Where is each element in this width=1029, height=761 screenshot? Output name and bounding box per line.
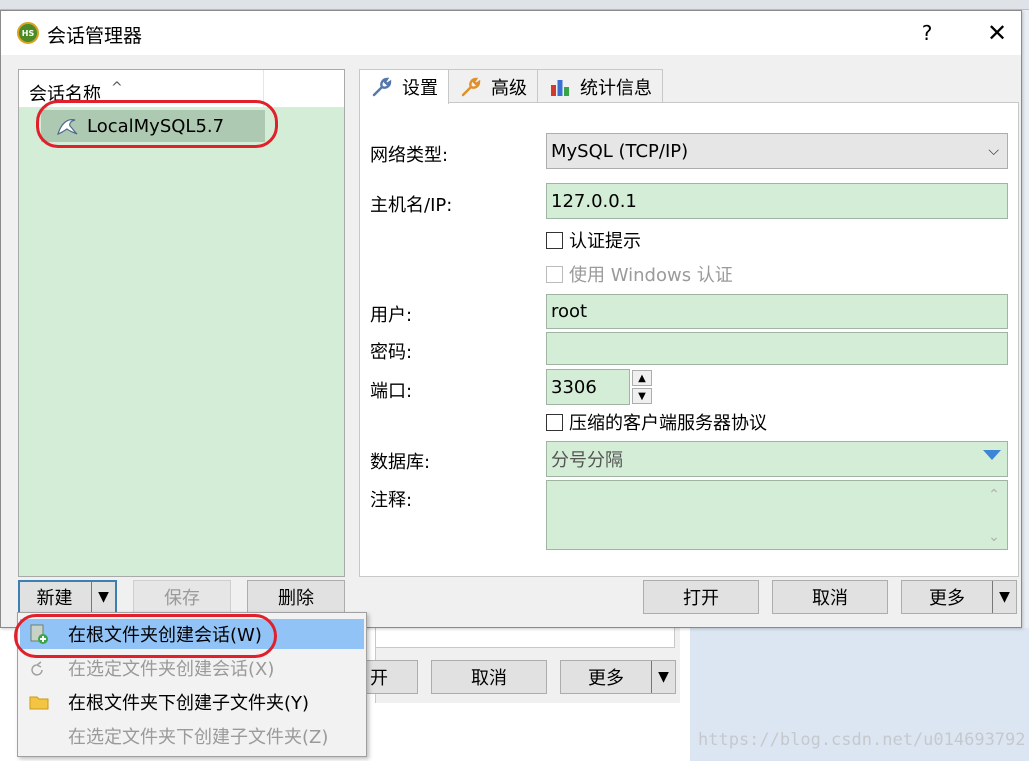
port-spinner[interactable]: ▲ ▼ [632,370,652,404]
delete-button[interactable]: 删除 [247,580,345,614]
more-dropdown-arrow-icon[interactable]: ▼ [651,661,675,693]
wrench-orange-icon [461,77,481,96]
scroll-down-icon[interactable]: ⌄ [988,529,1000,545]
checkbox-box[interactable] [546,231,563,249]
settings-panel: 网络类型: MySQL (TCP/IP) ⌵ 主机名/IP: 127.0.0.1… [359,102,1019,577]
network-type-label: 网络类型: [370,145,449,166]
database-input[interactable]: 分号分隔 [546,441,1008,477]
session-manager-dialog: HS 会话管理器 ? ✕ 会话名称 ^ LocalMySQL5.7 设置 高级 … [0,10,1022,628]
comment-textarea[interactable]: ⌃ ⌄ [546,480,1008,550]
more-dropdown-arrow-icon[interactable]: ▼ [992,581,1016,613]
watermark: https://blog.csdn.net/u014693792 [698,730,1026,750]
chevron-down-icon: ⌵ [988,143,999,159]
host-label: 主机名/IP: [370,195,453,216]
wrench-icon [372,77,392,97]
checkbox-box [546,265,563,283]
spin-down-icon[interactable]: ▼ [632,388,652,404]
database-label: 数据库: [370,452,431,473]
new-button[interactable]: 新建 ▼ [18,580,117,614]
new-dropdown-arrow-icon[interactable]: ▼ [91,582,115,612]
column-divider[interactable] [263,70,264,108]
user-input[interactable]: root [546,294,1008,329]
network-type-select[interactable]: MySQL (TCP/IP) ⌵ [546,133,1008,169]
dolphin-icon [57,119,78,135]
tab-settings-label: 设置 [402,78,438,99]
cancel-button[interactable]: 取消 [772,580,888,614]
tab-strip: 设置 高级 统计信息 [359,69,663,104]
more-button[interactable]: 更多 ▼ [901,580,1017,614]
column-header-session-name[interactable]: 会话名称 [29,80,101,106]
password-input[interactable] [546,332,1008,365]
background-field [375,628,675,648]
tab-advanced[interactable]: 高级 [448,69,538,103]
tab-advanced-label: 高级 [491,77,527,99]
session-item-localmysql[interactable]: LocalMySQL5.7 [41,110,265,142]
save-button: 保存 [133,580,231,614]
new-session-icon [28,623,50,645]
comment-scrollbar[interactable]: ⌃ ⌄ [987,487,1001,545]
new-session-small-icon [28,657,50,679]
auth-prompt-checkbox[interactable]: 认证提示 [546,227,641,253]
tab-settings[interactable]: 设置 [359,69,449,104]
session-item-label: LocalMySQL5.7 [87,115,225,137]
sort-ascending-icon: ^ [111,80,123,96]
session-list-header[interactable]: 会话名称 ^ [19,70,344,108]
checkbox-box[interactable] [546,413,563,431]
background-more-button[interactable]: 更多 ▼ [560,660,676,694]
window-title: 会话管理器 [47,25,143,47]
heidisql-app-icon: HS [17,22,39,44]
menu-item-new-folder-root[interactable]: 在根文件夹下创建子文件夹(Y) [20,687,364,717]
windows-auth-checkbox: 使用 Windows 认证 [546,261,733,287]
comment-label: 注释: [370,490,413,511]
menu-item-new-folder-selected: 在选定文件夹下创建子文件夹(Z) [68,727,329,748]
menu-item-new-session-selected: 在选定文件夹创建会话(X) [20,653,364,683]
new-dropdown-menu: 在根文件夹创建会话(W) 在选定文件夹创建会话(X) 在根文件夹下创建子文件夹(… [17,612,367,757]
dropdown-triangle-icon[interactable] [983,450,1001,460]
tab-statistics-label: 统计信息 [580,77,652,99]
close-button[interactable]: ✕ [977,17,1017,49]
spin-up-icon[interactable]: ▲ [632,370,652,386]
menu-item-new-session-root[interactable]: 在根文件夹创建会话(W) [20,619,364,649]
scroll-up-icon[interactable]: ⌃ [988,487,1000,503]
user-label: 用户: [370,305,413,326]
help-button[interactable]: ? [911,17,943,49]
title-bar: HS 会话管理器 ? ✕ [1,11,1021,55]
folder-icon [28,691,50,713]
port-label: 端口: [370,381,413,402]
open-button[interactable]: 打开 [643,580,759,614]
background-cancel-button[interactable]: 取消 [431,660,547,694]
port-input[interactable]: 3306 [546,369,630,405]
session-list[interactable]: 会话名称 ^ LocalMySQL5.7 [18,69,345,577]
bar-chart-icon [551,79,569,96]
password-label: 密码: [370,342,413,363]
compress-protocol-checkbox[interactable]: 压缩的客户端服务器协议 [546,409,767,435]
background-app-toolbar [0,0,1029,10]
close-icon: ✕ [986,19,1008,47]
tab-statistics[interactable]: 统计信息 [537,69,663,103]
host-input[interactable]: 127.0.0.1 [546,183,1008,219]
